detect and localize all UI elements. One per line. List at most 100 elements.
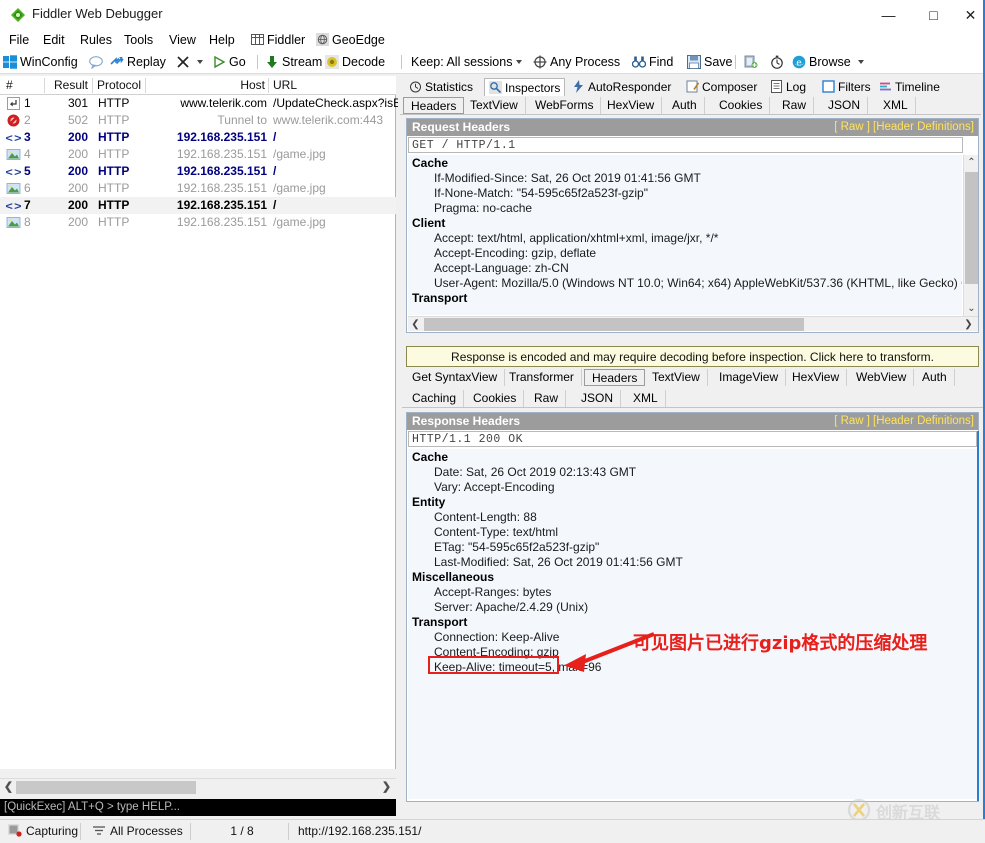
table-row[interactable]: 2 502 HTTP Tunnel to www.telerik.com:443 <box>0 112 396 129</box>
menu-item-geoedge[interactable]: GeoEdge <box>311 32 390 49</box>
request-tab-textview[interactable]: TextView <box>463 97 526 114</box>
scroll-up-arrow-icon[interactable]: ⌃ <box>964 155 979 170</box>
table-row[interactable]: 8 200 HTTP 192.168.235.151 /game.jpg <box>0 214 396 231</box>
decode-notice-bar[interactable]: Response is encoded and may require deco… <box>406 346 979 367</box>
request-tab-xml[interactable]: XML <box>876 97 916 114</box>
request-header-definitions-link[interactable]: [Header Definitions] <box>873 119 974 136</box>
sessions-horizontal-scrollbar[interactable]: ❮ ❯ <box>0 778 396 795</box>
column-header-protocol[interactable]: Protocol <box>97 76 141 94</box>
table-row[interactable]: 1 301 HTTP www.telerik.com /UpdateCheck.… <box>0 95 396 112</box>
response-tab-caching[interactable]: Caching <box>405 390 464 407</box>
maximize-button[interactable]: □ <box>911 0 956 30</box>
request-tab-json[interactable]: JSON <box>821 97 868 114</box>
browse-caret-icon[interactable] <box>858 60 864 64</box>
process-filter-button[interactable]: Any Process <box>533 53 620 71</box>
inspectors-icon <box>489 81 502 94</box>
replay-button[interactable]: Replay <box>110 53 166 71</box>
keep-caret-icon[interactable] <box>516 60 522 64</box>
status-processes[interactable]: All Processes <box>92 820 183 843</box>
stream-button[interactable]: Stream <box>265 53 322 71</box>
response-tab-raw[interactable]: Raw <box>527 390 566 407</box>
winconfig-button[interactable]: WinConfig <box>3 53 78 71</box>
column-divider-1[interactable] <box>44 78 45 93</box>
comment-button[interactable] <box>89 53 106 71</box>
go-button[interactable]: Go <box>212 53 246 71</box>
keep-sessions-dropdown[interactable]: Keep: All sessions <box>411 53 522 71</box>
close-button[interactable]: ✕ <box>956 0 985 30</box>
column-divider-3[interactable] <box>145 78 146 93</box>
menu-item-help[interactable]: Help <box>204 32 240 49</box>
table-row[interactable]: <> 5 200 HTTP 192.168.235.151 / <box>0 163 396 180</box>
table-row[interactable]: 6 200 HTTP 192.168.235.151 /game.jpg <box>0 180 396 197</box>
menu-item-view[interactable]: View <box>164 32 201 49</box>
quickexec-input[interactable]: [QuickExec] ALT+Q > type HELP... <box>0 799 396 816</box>
tab-autoresponder[interactable]: AutoResponder <box>568 78 675 96</box>
request-tab-auth[interactable]: Auth <box>665 97 705 114</box>
column-header-host[interactable]: Host <box>147 76 265 94</box>
request-tab-raw[interactable]: Raw <box>775 97 814 114</box>
tab-log[interactable]: Log <box>766 78 810 96</box>
column-divider-2[interactable] <box>92 78 93 93</box>
scroll-down-arrow-icon[interactable]: ⌄ <box>964 301 979 316</box>
scroll-left-arrow-icon[interactable]: ❮ <box>408 317 423 332</box>
status-divider-1 <box>80 823 81 840</box>
column-header-result[interactable]: Result <box>48 76 88 94</box>
table-row[interactable]: <> 7 200 HTTP 192.168.235.151 / <box>0 197 396 214</box>
response-tab-webview[interactable]: WebView <box>849 369 914 386</box>
decode-button[interactable]: Decode <box>325 53 385 71</box>
status-capturing[interactable]: Capturing <box>8 820 78 843</box>
request-tab-webforms[interactable]: WebForms <box>528 97 601 114</box>
tab-statistics[interactable]: Statistics <box>405 78 477 96</box>
menu-item-file[interactable]: File <box>4 32 34 49</box>
request-section-transport: Transport <box>408 290 962 305</box>
table-row[interactable]: 4 200 HTTP 192.168.235.151 /game.jpg <box>0 146 396 163</box>
menu-item-fiddler[interactable]: Fiddler <box>246 32 310 49</box>
request-tab-headers[interactable]: Headers <box>403 97 464 114</box>
screenshot-button[interactable] <box>744 53 761 71</box>
scroll-right-arrow-icon[interactable]: ❯ <box>961 317 976 332</box>
response-tab-hexview[interactable]: HexView <box>785 369 847 386</box>
tab-inspectors[interactable]: Inspectors <box>484 78 565 96</box>
response-tab-imageview[interactable]: ImageView <box>712 369 786 386</box>
request-tab-cookies[interactable]: Cookies <box>712 97 770 114</box>
scroll-right-arrow-icon[interactable]: ❯ <box>379 780 394 795</box>
scrollbar-thumb[interactable] <box>424 318 804 331</box>
response-tab-textview[interactable]: TextView <box>645 369 708 386</box>
timer-button[interactable] <box>770 53 787 71</box>
browse-button[interactable]: e Browse <box>792 53 864 71</box>
column-header-num[interactable]: # <box>6 76 13 94</box>
request-tab-hexview[interactable]: HexView <box>600 97 662 114</box>
request-horizontal-scrollbar[interactable]: ❮ ❯ <box>408 316 978 331</box>
table-row[interactable]: <> 3 200 HTTP 192.168.235.151 / <box>0 129 396 146</box>
response-tab-json[interactable]: JSON <box>574 390 621 407</box>
request-raw-link[interactable]: [ Raw ] <box>834 119 870 136</box>
tab-composer[interactable]: Composer <box>682 78 761 96</box>
response-tab-headers[interactable]: Headers <box>584 369 645 386</box>
minimize-button[interactable]: — <box>866 0 911 30</box>
request-vertical-scrollbar[interactable]: ⌃ ⌄ <box>963 155 978 316</box>
column-header-url[interactable]: URL <box>273 76 297 94</box>
clear-sessions-button[interactable] <box>176 53 203 71</box>
find-button[interactable]: Find <box>632 53 673 71</box>
tab-timeline[interactable]: Timeline <box>875 78 944 96</box>
menu-item-rules[interactable]: Rules <box>75 32 117 49</box>
response-tab-cookies[interactable]: Cookies <box>466 390 524 407</box>
response-raw-link[interactable]: [ Raw ] <box>834 413 870 430</box>
scrollbar-thumb[interactable] <box>965 172 978 284</box>
response-tab-auth[interactable]: Auth <box>915 369 955 386</box>
response-header-definitions-link[interactable]: [Header Definitions] <box>873 413 974 430</box>
menu-item-edit[interactable]: Edit <box>38 32 70 49</box>
row-protocol: HTTP <box>98 198 129 213</box>
response-tab-xml[interactable]: XML <box>626 390 666 407</box>
column-divider-4[interactable] <box>268 78 269 93</box>
response-tab-get-syntaxview[interactable]: Get SyntaxView <box>405 369 505 386</box>
tab-filters[interactable]: Filters <box>818 78 875 96</box>
response-tab-transformer[interactable]: Transformer <box>502 369 582 386</box>
replay-label: Replay <box>127 55 166 69</box>
scrollbar-thumb[interactable] <box>16 781 196 794</box>
menu-item-tools[interactable]: Tools <box>119 32 158 49</box>
save-button[interactable]: Save <box>687 53 733 71</box>
clear-dropdown-caret-icon[interactable] <box>197 60 203 64</box>
response-pane-edge <box>977 431 979 801</box>
scroll-left-arrow-icon[interactable]: ❮ <box>1 780 16 795</box>
